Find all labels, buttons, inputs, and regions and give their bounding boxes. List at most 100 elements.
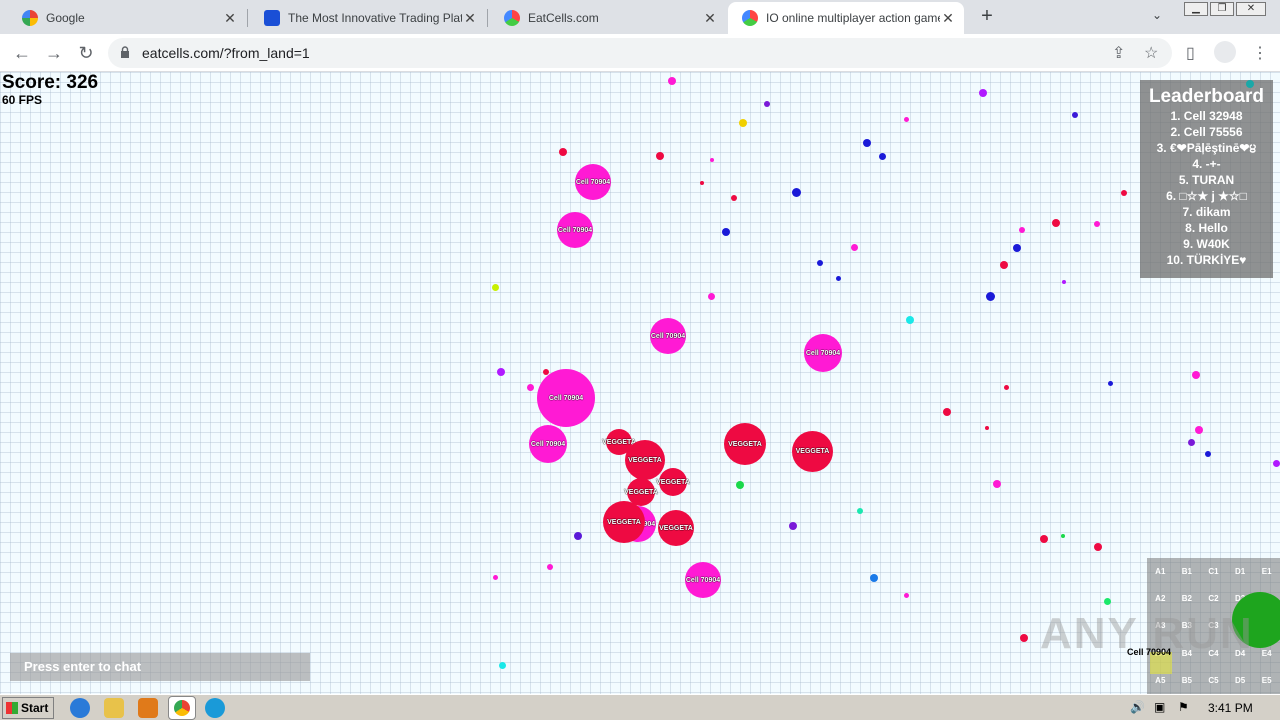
food-pellet bbox=[1121, 190, 1127, 196]
enemy-cell: VEGGETA bbox=[658, 510, 694, 546]
side-panel-icon[interactable]: ▯ bbox=[1186, 43, 1195, 63]
flag-icon[interactable]: ⚑ bbox=[1178, 700, 1189, 714]
trading-icon bbox=[264, 10, 280, 26]
tab-strip: Google ✕ The Most Innovative Trading Pla… bbox=[0, 0, 1280, 34]
food-pellet bbox=[904, 117, 909, 122]
tab-io-game[interactable]: IO online multiplayer action game. S ✕ bbox=[728, 2, 964, 34]
food-pellet bbox=[700, 181, 704, 185]
enemy-cell: VEGGETA bbox=[656, 468, 690, 496]
food-pellet bbox=[1273, 460, 1280, 467]
start-label: Start bbox=[21, 701, 49, 715]
close-icon[interactable]: ✕ bbox=[222, 10, 238, 26]
player-cell: Cell 70904 bbox=[529, 425, 567, 463]
back-icon[interactable]: ← bbox=[10, 41, 34, 65]
food-pellet bbox=[851, 244, 858, 251]
food-pellet bbox=[1019, 227, 1025, 233]
restore-icon[interactable]: ❐ bbox=[1210, 2, 1234, 16]
chat-input[interactable]: Press enter to chat bbox=[10, 653, 310, 681]
close-window-icon[interactable]: ✕ bbox=[1236, 2, 1266, 16]
tab-separator bbox=[247, 9, 248, 27]
food-pellet bbox=[789, 522, 797, 530]
system-tray: 🔊 ▣ ⚑ bbox=[1124, 697, 1280, 719]
new-tab-icon[interactable]: + bbox=[976, 6, 998, 28]
start-button[interactable]: Start bbox=[2, 697, 54, 719]
minimap-sector: C5 bbox=[1208, 675, 1219, 685]
food-pellet bbox=[559, 148, 567, 156]
chrome-taskbar-button[interactable] bbox=[168, 696, 196, 720]
tab-trading[interactable]: The Most Innovative Trading Platform ✕ bbox=[250, 2, 486, 34]
folder-icon[interactable] bbox=[104, 698, 124, 718]
lock-icon bbox=[121, 46, 129, 58]
player-cell: Cell 70904 bbox=[804, 334, 842, 372]
tab-label: EatCells.com bbox=[528, 11, 599, 25]
google-icon bbox=[22, 10, 38, 26]
share-icon[interactable]: ⇪ bbox=[1112, 43, 1125, 63]
minimap-sector: D5 bbox=[1234, 675, 1246, 685]
player-cell: Cell 70904 bbox=[557, 212, 593, 248]
player-cell: Cell 70904 bbox=[575, 164, 611, 200]
volume-icon[interactable]: 🔊 bbox=[1130, 700, 1145, 714]
food-pellet bbox=[836, 276, 841, 281]
food-pellet bbox=[906, 316, 914, 324]
leaderboard-entry: 6. □☆★ j ★☆□ bbox=[1166, 189, 1247, 203]
browser-toolbar: ← → ↻ eatcells.com/?from_land=1 ⇪ ☆ ▯ ⋮ bbox=[0, 34, 1280, 72]
minimap-sector: A1 bbox=[1155, 567, 1166, 576]
tab-eatcells[interactable]: EatCells.com ✕ bbox=[490, 2, 726, 34]
tab-search-icon[interactable]: ⌄ bbox=[1152, 8, 1162, 22]
player-cell: Cell 70904 bbox=[650, 318, 686, 354]
food-pellet bbox=[731, 195, 737, 201]
eatcells-icon bbox=[504, 10, 520, 26]
minimap-sector: E1 bbox=[1261, 567, 1272, 576]
minimize-icon[interactable]: ▁ bbox=[1184, 2, 1208, 16]
food-pellet bbox=[1052, 219, 1060, 227]
food-pellet bbox=[1246, 80, 1254, 88]
minimap-sector: E5 bbox=[1261, 675, 1272, 685]
food-pellet bbox=[656, 152, 664, 160]
score-label: Score: 326 bbox=[2, 72, 99, 93]
menu-icon[interactable]: ⋮ bbox=[1252, 43, 1268, 63]
close-icon[interactable]: ✕ bbox=[702, 10, 718, 26]
food-pellet bbox=[943, 408, 951, 416]
tab-label: The Most Innovative Trading Platform bbox=[288, 11, 462, 25]
bookmark-star-icon[interactable]: ☆ bbox=[1144, 43, 1158, 63]
minimap-sector: B1 bbox=[1181, 567, 1192, 576]
minimap-sector: B5 bbox=[1181, 675, 1192, 685]
close-icon[interactable]: ✕ bbox=[462, 10, 478, 26]
edge-icon[interactable] bbox=[205, 698, 225, 718]
fps-label: 60 FPS bbox=[2, 93, 43, 107]
clock: 3:41 PM bbox=[1208, 701, 1253, 715]
food-pellet bbox=[1094, 543, 1102, 551]
anyrun-watermark: ANY RUN bbox=[1040, 609, 1254, 658]
food-pellet bbox=[1195, 426, 1203, 434]
food-pellet bbox=[710, 158, 714, 162]
player-cell: Cell 70904 bbox=[685, 562, 721, 598]
food-pellet bbox=[879, 153, 886, 160]
profile-avatar[interactable] bbox=[1214, 41, 1236, 63]
food-pellet bbox=[863, 139, 871, 147]
food-pellet bbox=[722, 228, 730, 236]
leaderboard-entry: 10. TÜRKİYE♥ bbox=[1166, 253, 1247, 267]
network-icon[interactable]: ▣ bbox=[1154, 700, 1165, 714]
food-pellet bbox=[857, 508, 863, 514]
food-pellet bbox=[985, 426, 989, 430]
food-pellet bbox=[739, 119, 747, 127]
food-pellet bbox=[1062, 280, 1066, 284]
ie-icon[interactable] bbox=[70, 698, 90, 718]
food-pellet bbox=[493, 575, 498, 580]
game-canvas[interactable]: Score: 326 60 FPS Leaderboard 1. Cell 32… bbox=[0, 72, 1280, 694]
leaderboard-title: Leaderboard bbox=[1148, 86, 1265, 107]
food-pellet bbox=[979, 89, 987, 97]
leaderboard-entry: 1. Cell 32948 bbox=[1170, 109, 1243, 123]
media-player-icon[interactable] bbox=[138, 698, 158, 718]
food-pellet bbox=[543, 369, 549, 375]
forward-icon[interactable]: → bbox=[42, 41, 66, 65]
reload-icon[interactable]: ↻ bbox=[74, 41, 98, 65]
food-pellet bbox=[870, 574, 878, 582]
close-icon[interactable]: ✕ bbox=[940, 10, 956, 26]
food-pellet bbox=[1192, 371, 1200, 379]
tab-google[interactable]: Google ✕ bbox=[8, 2, 246, 34]
food-pellet bbox=[492, 284, 499, 291]
address-bar[interactable]: eatcells.com/?from_land=1 ⇪ ☆ bbox=[108, 38, 1172, 68]
windows-logo-icon bbox=[6, 702, 18, 714]
minimap-sector: D1 bbox=[1234, 567, 1246, 576]
